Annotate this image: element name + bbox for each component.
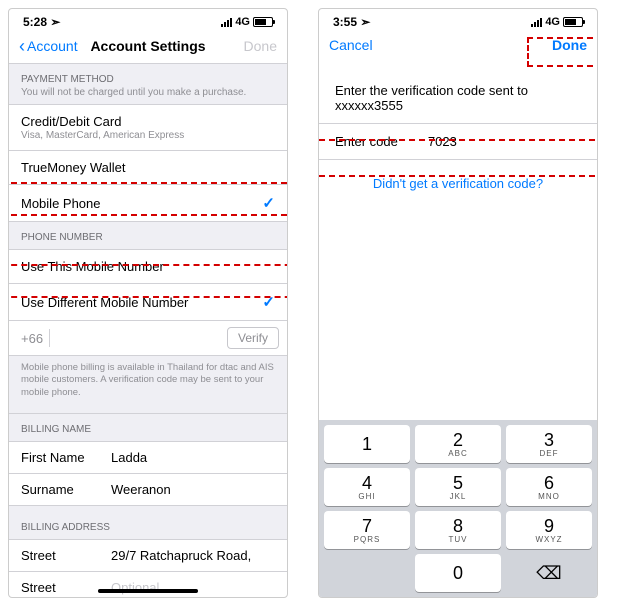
nav-bar: Cancel Done [319, 31, 597, 61]
key-9[interactable]: 9WXYZ [506, 511, 592, 549]
network-label: 4G [545, 16, 560, 28]
status-bar: 3:55 ➣ 4G [319, 9, 597, 31]
check-icon: ✓ [262, 194, 275, 212]
section-billing-addr: BILLING ADDRESS [9, 506, 287, 540]
network-label: 4G [235, 16, 250, 28]
section-phone-header: PHONE NUMBER [9, 222, 287, 250]
chevron-left-icon: ‹ [19, 37, 25, 55]
key-5[interactable]: 5JKL [415, 468, 501, 506]
page-title: Account Settings [90, 38, 205, 54]
verify-button[interactable]: Verify [227, 327, 279, 349]
home-indicator [98, 589, 198, 593]
row-surname[interactable]: Surname Weeranon [9, 474, 287, 506]
section-payment-sub: You will not be charged until you make a… [21, 87, 275, 98]
code-label: Enter code [335, 134, 398, 149]
phone-account-settings: 5:28 ➣ 4G ‹ Account Account Settings Don… [8, 8, 288, 598]
row-use-different-number[interactable]: Use Different Mobile Number ✓ [9, 284, 287, 321]
location-icon: ➣ [360, 15, 370, 29]
row-first-name[interactable]: First Name Ladda [9, 442, 287, 474]
check-icon: ✓ [262, 293, 275, 311]
surname-label: Surname [21, 482, 111, 497]
back-button[interactable]: ‹ Account [19, 37, 89, 55]
row-credit-card[interactable]: Credit/Debit Card Visa, MasterCard, Amer… [9, 105, 287, 151]
street-label-1: Street [21, 548, 111, 563]
key-3[interactable]: 3DEF [506, 425, 592, 463]
code-value: 7023 [428, 134, 457, 149]
street-label-2: Street [21, 580, 111, 595]
status-time: 3:55 [333, 15, 357, 29]
divider [49, 329, 50, 347]
numeric-keypad: 1 2ABC 3DEF 4GHI 5JKL 6MNO 7PQRS 8TUV 9W… [319, 420, 597, 597]
section-billing-name: BILLING NAME [9, 414, 287, 442]
done-button[interactable]: Done [207, 38, 277, 54]
use-this-label: Use This Mobile Number [21, 259, 164, 274]
resend-code-link[interactable]: Didn't get a verification code? [319, 160, 597, 207]
key-8[interactable]: 8TUV [415, 511, 501, 549]
row-use-this-number[interactable]: Use This Mobile Number [9, 250, 287, 284]
surname-value: Weeranon [111, 482, 275, 497]
use-diff-label: Use Different Mobile Number [21, 295, 188, 310]
key-7[interactable]: 7PQRS [324, 511, 410, 549]
credit-card-sub: Visa, MasterCard, American Express [21, 130, 184, 141]
key-2[interactable]: 2ABC [415, 425, 501, 463]
row-street-1[interactable]: Street 29/7 Ratchapruck Road, [9, 540, 287, 572]
backspace-icon: ⌫ [536, 563, 561, 584]
row-street-2[interactable]: Street Optional [9, 572, 287, 598]
key-1[interactable]: 1 [324, 425, 410, 463]
truemoney-label: TrueMoney Wallet [21, 160, 126, 175]
key-empty [324, 554, 410, 592]
phone-verification: 3:55 ➣ 4G Cancel Done Enter the verifica… [318, 8, 598, 598]
street-value-1: 29/7 Ratchapruck Road, [111, 548, 275, 563]
verification-instruction: Enter the verification code sent to xxxx… [319, 61, 597, 123]
row-mobile-phone[interactable]: Mobile Phone ✓ [9, 185, 287, 222]
key-4[interactable]: 4GHI [324, 468, 410, 506]
battery-icon [563, 17, 583, 27]
section-payment-title: PAYMENT METHOD [21, 74, 275, 85]
code-input-row[interactable]: Enter code 7023 [319, 123, 597, 160]
signal-icon [531, 18, 542, 27]
location-icon: ➣ [50, 15, 60, 29]
row-truemoney[interactable]: TrueMoney Wallet [9, 151, 287, 185]
battery-icon [253, 17, 273, 27]
mobile-phone-label: Mobile Phone [21, 196, 101, 211]
signal-icon [221, 18, 232, 27]
cancel-button[interactable]: Cancel [329, 37, 399, 53]
back-label: Account [27, 38, 78, 54]
credit-card-title: Credit/Debit Card [21, 114, 184, 129]
first-name-value: Ladda [111, 450, 275, 465]
key-backspace[interactable]: ⌫ [506, 554, 592, 592]
phone-footnote: Mobile phone billing is available in Tha… [9, 356, 287, 414]
phone-prefix: +66 [21, 331, 43, 346]
section-payment-header: PAYMENT METHOD You will not be charged u… [9, 64, 287, 105]
status-time: 5:28 [23, 15, 47, 29]
phone-input-row: +66 Verify [9, 321, 287, 356]
done-button[interactable]: Done [517, 37, 587, 53]
first-name-label: First Name [21, 450, 111, 465]
key-6[interactable]: 6MNO [506, 468, 592, 506]
key-0[interactable]: 0 [415, 554, 501, 592]
nav-bar: ‹ Account Account Settings Done [9, 31, 287, 64]
status-bar: 5:28 ➣ 4G [9, 9, 287, 31]
